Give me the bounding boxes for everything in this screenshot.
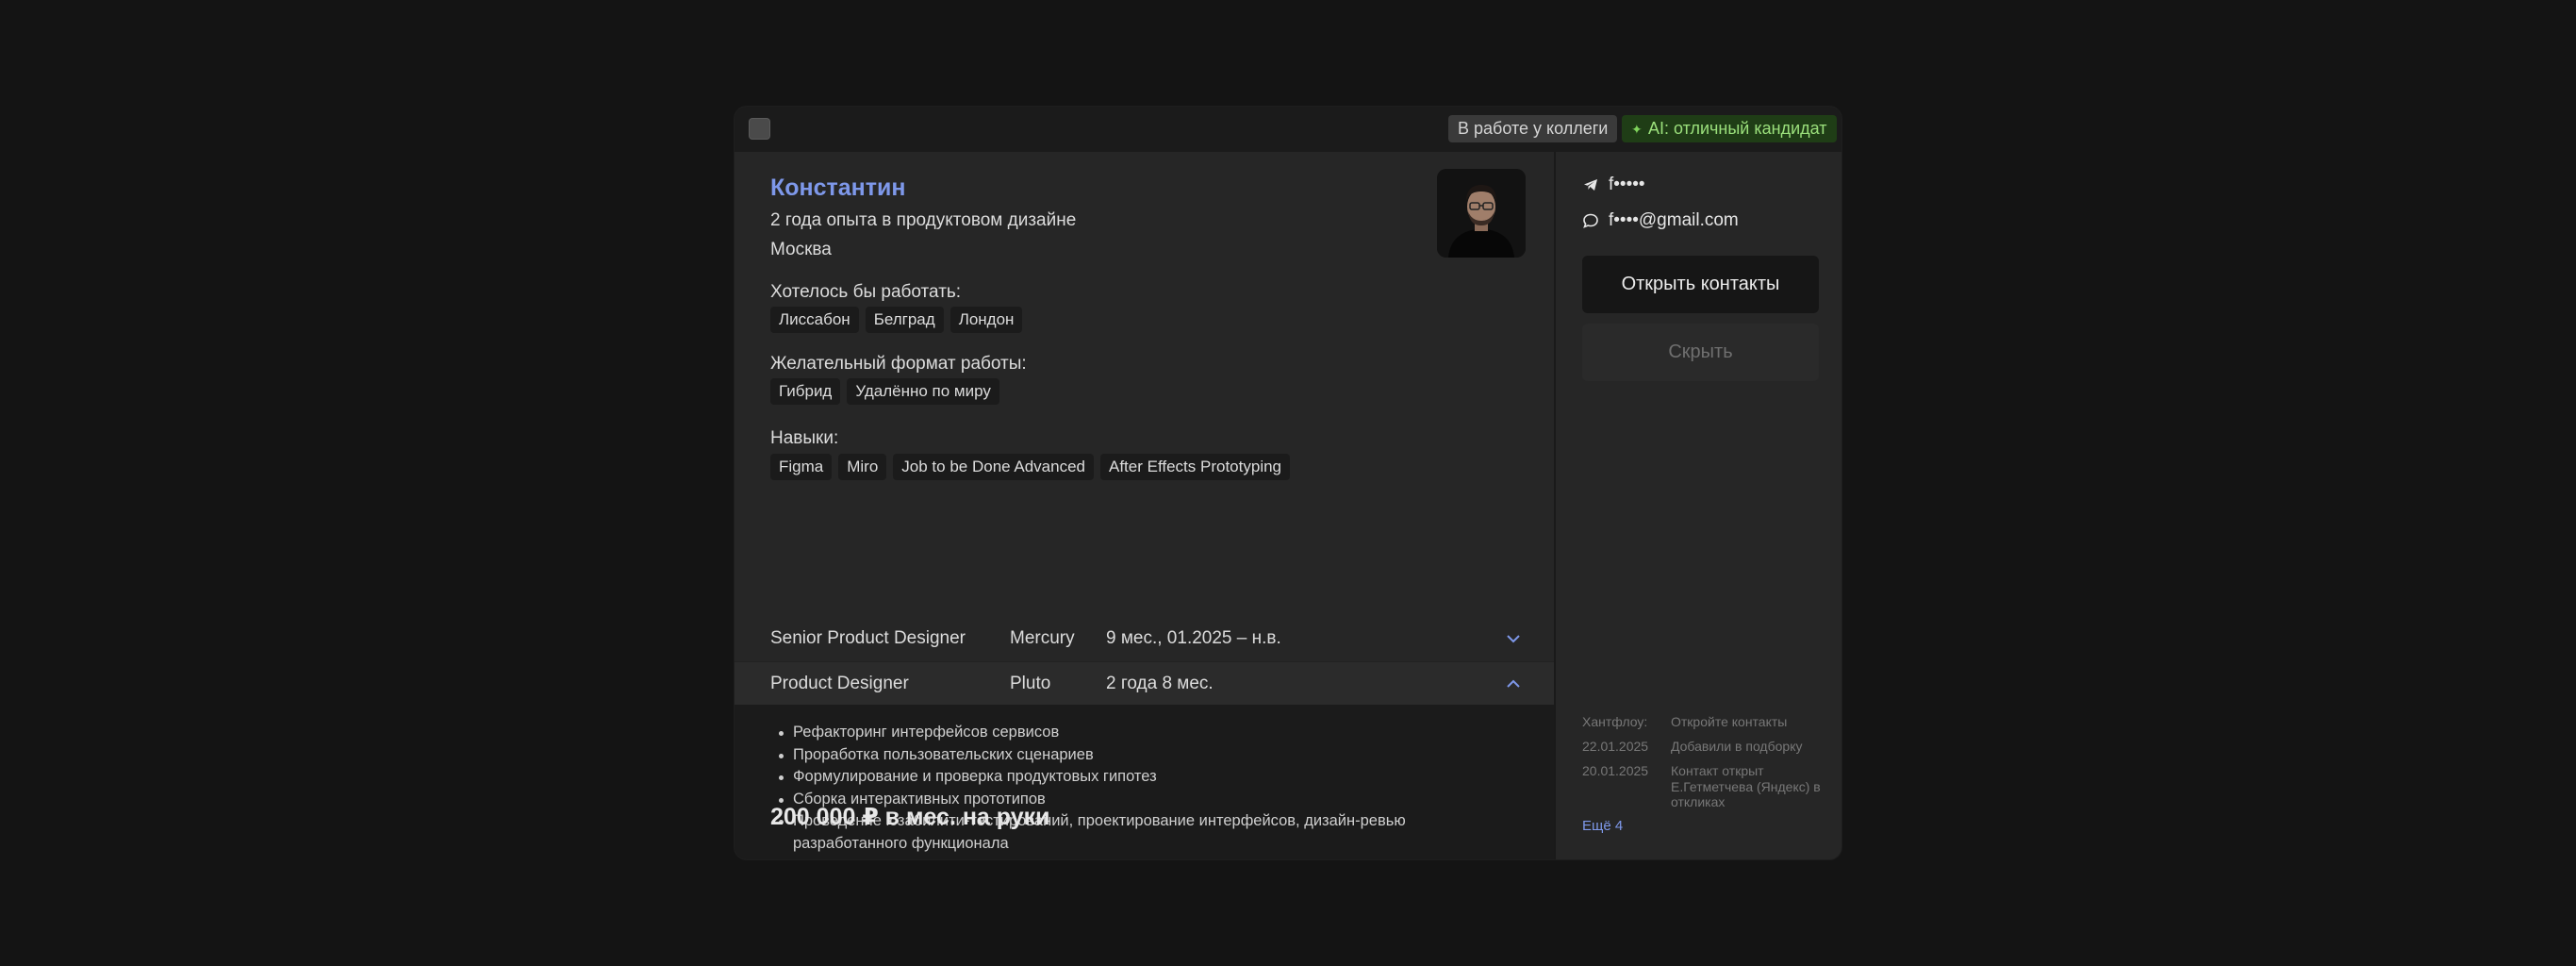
format-tag: Удалённо по миру	[847, 378, 999, 405]
ai-rating-badge: ✦ AI: отличный кандидат	[1622, 115, 1838, 142]
hide-button[interactable]: Скрыть	[1582, 324, 1819, 381]
show-more-link[interactable]: Ещё 4	[1582, 818, 1623, 834]
history-item: Хантфлоу: Откройте контакты	[1582, 714, 1827, 731]
contacts-sidebar: f••••• f••••@gmail.com Открыть контакты …	[1554, 152, 1841, 859]
history-date: Хантфлоу:	[1582, 714, 1648, 729]
email-contact: f••••@gmail.com	[1582, 210, 1739, 231]
telegram-icon	[1584, 179, 1597, 191]
city-tag: Лондон	[949, 307, 1023, 333]
chevron-down-icon[interactable]	[1506, 632, 1521, 645]
work-format-label: Желательный формат работы:	[770, 354, 1027, 374]
chevron-up-icon[interactable]	[1506, 677, 1521, 691]
job-company: Mercury	[1010, 628, 1075, 648]
email-value: f••••@gmail.com	[1609, 210, 1739, 230]
job-company: Pluto	[1010, 674, 1051, 693]
card-header: В работе у коллеги ✦ AI: отличный кандида…	[735, 107, 1841, 152]
history-date: 20.01.2025	[1582, 763, 1649, 778]
candidate-card: В работе у коллеги ✦ AI: отличный кандида…	[734, 106, 1842, 860]
job-period: 9 мес., 01.2025 – н.в.	[1106, 628, 1281, 648]
skill-tag: Job to be Done Advanced	[893, 454, 1094, 480]
history-item: 20.01.2025 Контакт открыт Е.Гетметчева (…	[1582, 763, 1827, 812]
candidate-experience: 2 года опыта в продуктовом дизайне	[770, 210, 1077, 230]
job-period: 2 года 8 мес.	[1106, 674, 1214, 693]
skill-tag: After Effects Prototyping	[1100, 454, 1290, 480]
ai-rating-label: AI: отличный кандидат	[1648, 119, 1827, 138]
skill-tag: Miro	[838, 454, 887, 480]
city-tag: Белград	[865, 307, 944, 333]
open-contacts-button[interactable]: Открыть контакты	[1582, 256, 1819, 313]
job-title: Product Designer	[770, 674, 909, 693]
list-item: Проработка пользовательских сценариев	[779, 744, 1472, 767]
format-tag: Гибрид	[770, 378, 841, 405]
wish-cities-tags: Лиссабон Белград Лондон	[770, 307, 1023, 333]
candidate-city: Москва	[770, 240, 832, 259]
history-item: 22.01.2025 Добавили в подборку	[1582, 739, 1827, 756]
candidate-name[interactable]: Константин	[770, 175, 906, 202]
history-date: 22.01.2025	[1582, 739, 1649, 754]
skills-tags: Figma Miro Job to be Done Advanced After…	[770, 454, 1290, 480]
list-item: Формулирование и проверка продуктовых ги…	[779, 766, 1472, 789]
history-text: Откройте контакты	[1671, 714, 1788, 729]
city-tag: Лиссабон	[770, 307, 859, 333]
skills-label: Навыки:	[770, 428, 839, 448]
chat-bubble-icon	[1583, 213, 1598, 228]
history-text: Добавили в подборку	[1671, 739, 1803, 754]
select-checkbox[interactable]	[749, 118, 770, 140]
skill-tag: Figma	[770, 454, 833, 480]
candidate-main: Константин 2 года опыта в продуктовом ди…	[735, 152, 1554, 859]
wish-cities-label: Хотелось бы работать:	[770, 282, 962, 302]
job-title: Senior Product Designer	[770, 628, 966, 648]
colleague-status-badge: В работе у коллеги	[1448, 115, 1618, 142]
job-duties: Рефакторинг интерфейсов сервисов Прорабо…	[735, 705, 1554, 859]
avatar	[1437, 169, 1526, 258]
list-item: Рефакторинг интерфейсов сервисов	[779, 722, 1472, 744]
duties-list: Рефакторинг интерфейсов сервисов Прорабо…	[779, 722, 1472, 855]
job-row-mercury[interactable]: Senior Product Designer Mercury 9 мес., …	[735, 617, 1554, 660]
telegram-contact: f•••••	[1582, 175, 1645, 195]
telegram-value: f•••••	[1609, 175, 1645, 194]
salary: 200 000 ₽ в мес. на руки	[770, 804, 1050, 830]
history-text: Контакт открыт Е.Гетметчева (Яндекс) в о…	[1671, 763, 1821, 809]
job-row-pluto[interactable]: Product Designer Pluto 2 года 8 мес.	[735, 661, 1554, 705]
work-format-tags: Гибрид Удалённо по миру	[770, 378, 999, 405]
sparkle-icon: ✦	[1631, 122, 1643, 137]
